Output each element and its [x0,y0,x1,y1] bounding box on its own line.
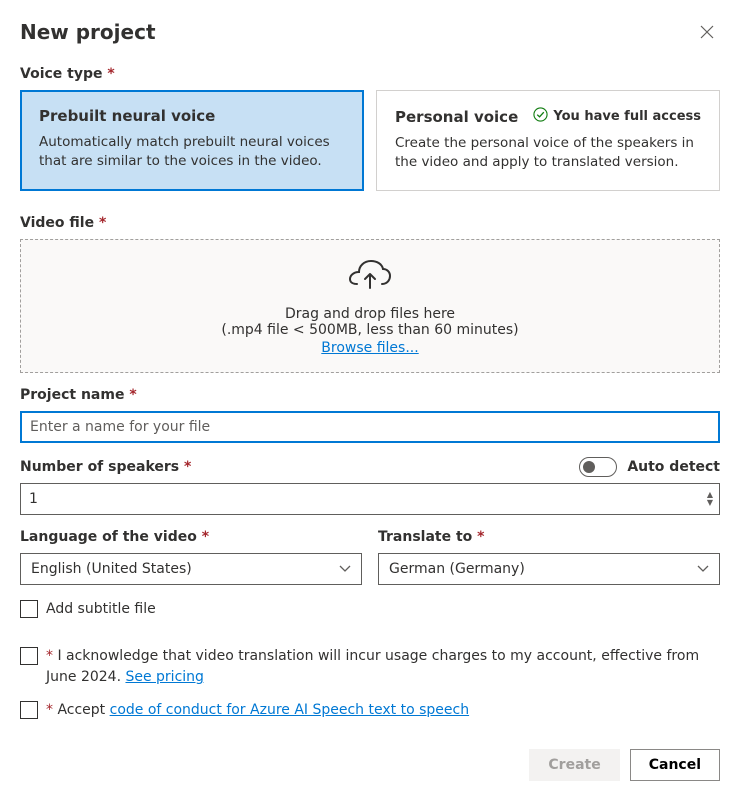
cancel-button[interactable]: Cancel [630,749,720,781]
close-button[interactable] [694,20,720,46]
auto-detect-toggle[interactable] [579,457,617,477]
translate-to-label: Translate to * [378,529,720,545]
dropzone-text-2: (.mp4 file < 500MB, less than 60 minutes… [221,322,518,338]
close-icon [700,23,714,43]
chevron-down-icon [697,561,709,577]
auto-detect-label: Auto detect [627,459,720,475]
chevron-down-icon [339,561,351,577]
voice-type-label: Voice type * [20,66,720,82]
see-pricing-link[interactable]: See pricing [125,669,203,685]
language-select[interactable]: English (United States) [20,553,362,585]
translate-to-value: German (Germany) [389,561,525,577]
toggle-knob [583,461,595,473]
speakers-stepper[interactable]: 1 ▲ ▼ [20,483,720,515]
card-desc: Create the personal voice of the speaker… [395,134,701,172]
video-file-dropzone[interactable]: Drag and drop files here (.mp4 file < 50… [20,239,720,373]
project-name-label: Project name * [20,387,720,403]
ack-charges-text: * I acknowledge that video translation w… [46,646,720,688]
access-badge: You have full access [533,107,701,126]
card-prebuilt-neural-voice[interactable]: Prebuilt neural voice Automatically matc… [20,90,364,191]
browse-files-link[interactable]: Browse files... [321,340,418,356]
dialog-title: New project [20,20,156,44]
subtitle-label: Add subtitle file [46,599,156,620]
card-personal-voice[interactable]: Personal voice You have full access Crea… [376,90,720,191]
card-title: Prebuilt neural voice [39,107,215,125]
upload-cloud-icon [348,260,392,296]
voice-type-cards: Prebuilt neural voice Automatically matc… [20,90,720,191]
ack-charges-checkbox[interactable] [20,647,38,665]
chevron-down-icon[interactable]: ▼ [707,499,713,507]
video-file-label: Video file * [20,215,720,231]
translate-to-select[interactable]: German (Germany) [378,553,720,585]
subtitle-checkbox[interactable] [20,600,38,618]
ack-code-text: * Accept code of conduct for Azure AI Sp… [46,700,469,721]
language-label: Language of the video * [20,529,362,545]
create-button[interactable]: Create [529,749,619,781]
ack-code-checkbox[interactable] [20,701,38,719]
speakers-label: Number of speakers * [20,459,191,475]
card-desc: Automatically match prebuilt neural voic… [39,133,345,171]
language-value: English (United States) [31,561,192,577]
card-title: Personal voice [395,108,518,126]
code-of-conduct-link[interactable]: code of conduct for Azure AI Speech text… [110,702,469,718]
check-circle-icon [533,107,548,126]
project-name-input[interactable] [20,411,720,443]
dropzone-text-1: Drag and drop files here [285,306,455,322]
speakers-value: 1 [29,491,38,507]
